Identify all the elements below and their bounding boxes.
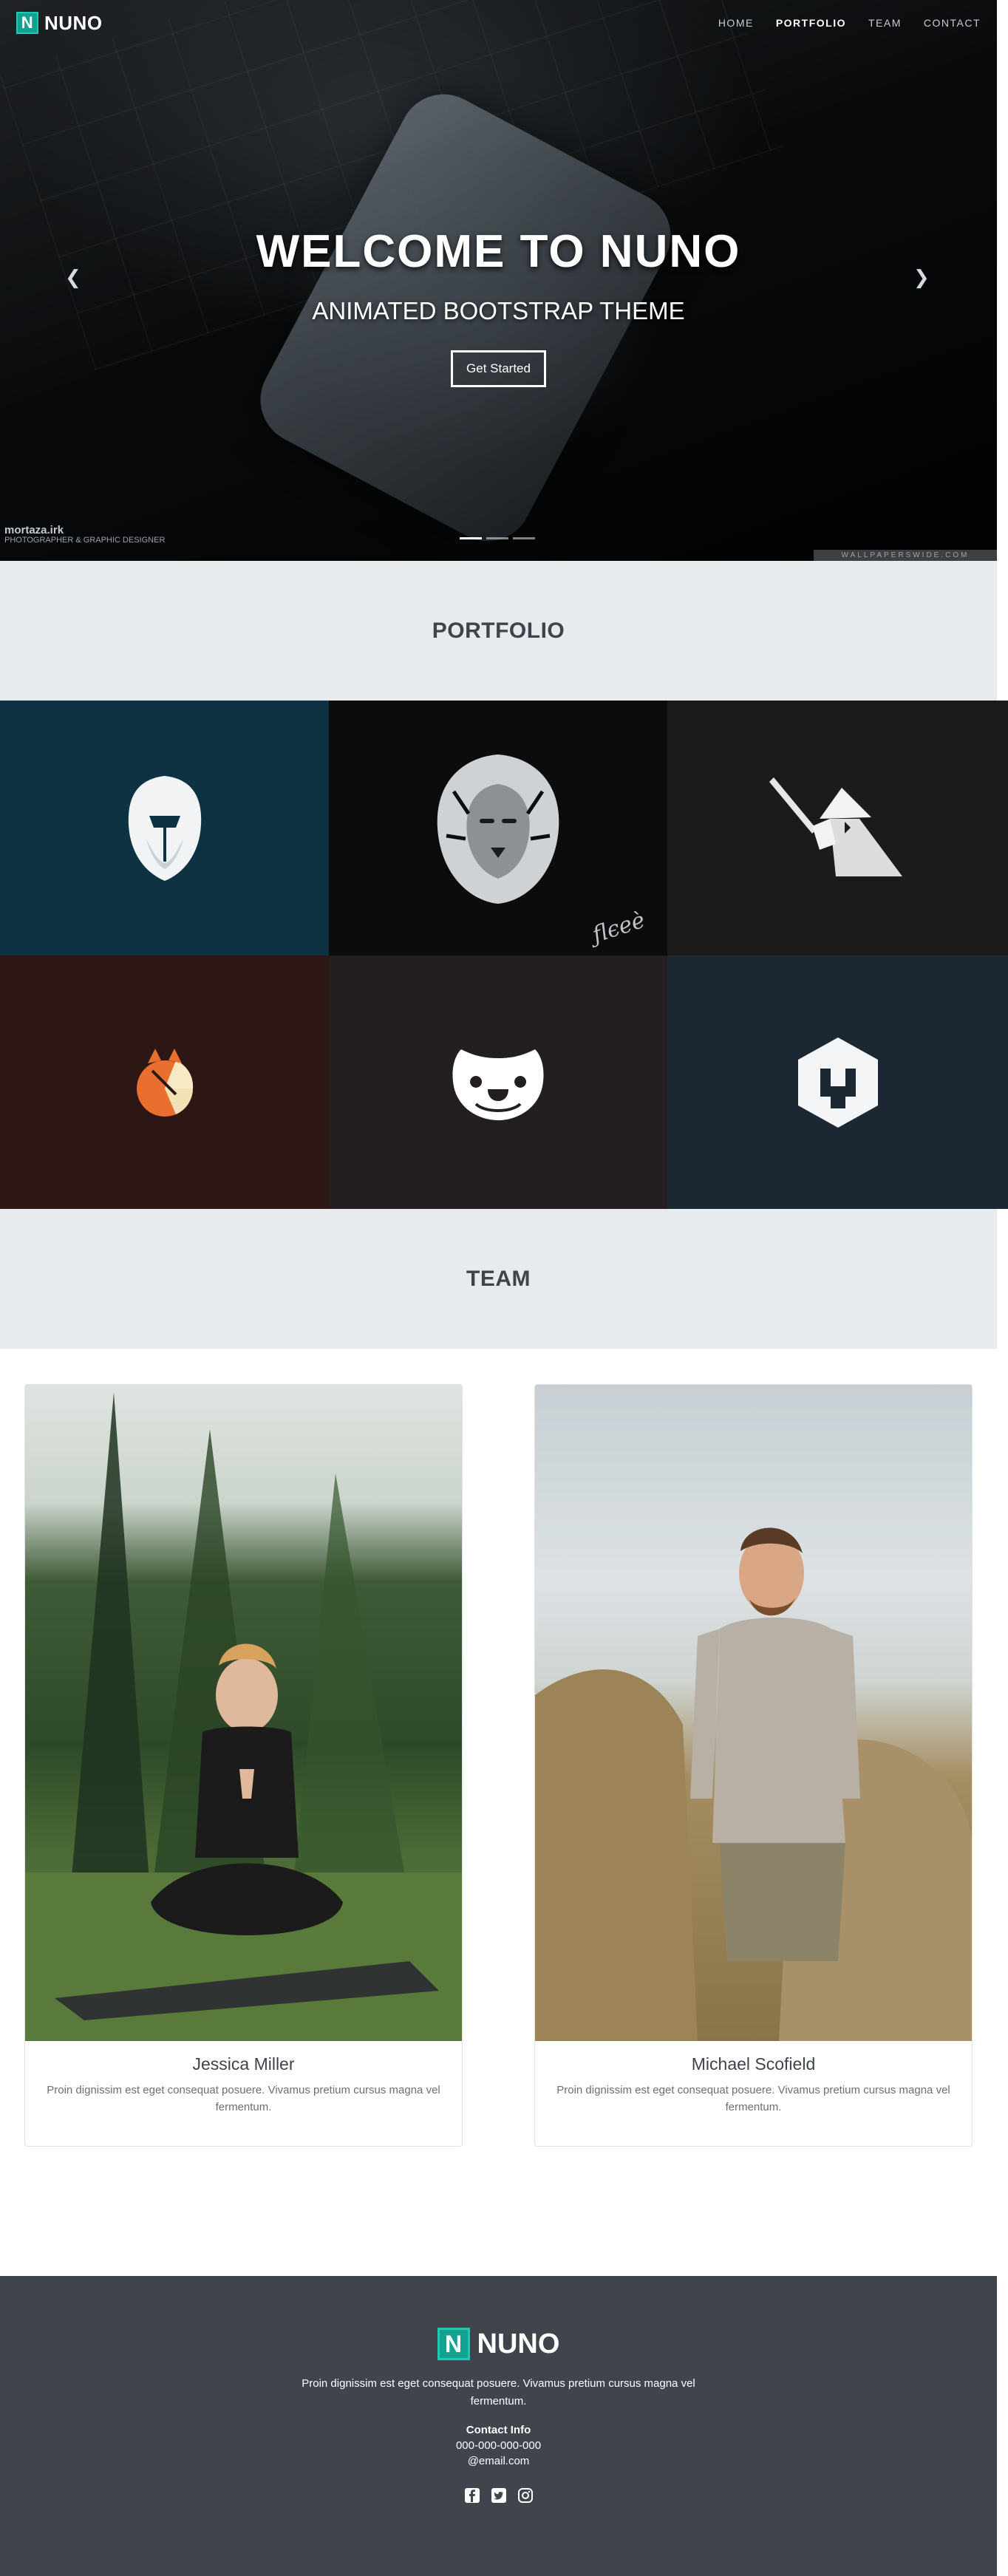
team-member-name: Michael Scofield (691, 2054, 816, 2074)
brand-n-icon: N (16, 12, 38, 34)
team-card-body: Jessica Miller Proin dignissim est eget … (25, 2041, 462, 2129)
brand-name: NUNO (44, 11, 103, 34)
team-member-name: Jessica Miller (192, 2054, 295, 2074)
portfolio-grid: ƒlєеѐ (0, 701, 1008, 1209)
chevron-left-icon[interactable]: ❮ (65, 266, 81, 289)
portfolio-tile[interactable] (667, 955, 1008, 1209)
photographer-watermark: mortaza.irk PHOTOGRAPHER & GRAPHIC DESIG… (4, 524, 166, 545)
brand-n-icon: N (437, 2328, 470, 2360)
brand-logo[interactable]: N NUNO (16, 12, 103, 35)
facebook-icon[interactable] (463, 2487, 481, 2504)
team-member-bio: Proin dignissim est eget consequat posue… (47, 2084, 440, 2113)
hexagon-wrench-icon (797, 1037, 878, 1128)
carousel-indicators (460, 537, 535, 539)
footer-brand[interactable]: N NUNO (437, 2328, 560, 2360)
fox-icon (136, 1048, 193, 1117)
spartan-helmet-icon (128, 775, 201, 881)
lion-head-icon (437, 754, 559, 904)
team-card: Jessica Miller Proin dignissim est eget … (24, 1384, 463, 2147)
hero-caption: WELCOME TO NUNO ANIMATED BOOTSTRAP THEME… (0, 225, 997, 387)
portfolio-tile[interactable] (0, 955, 329, 1209)
portfolio-tile[interactable] (667, 701, 1008, 955)
nav-contact[interactable]: CONTACT (924, 17, 981, 29)
twitter-icon[interactable] (490, 2487, 508, 2504)
samurai-icon (769, 777, 902, 876)
team-heading: TEAM (466, 1266, 531, 1291)
team-photo-michael (535, 1385, 972, 2041)
team-header: TEAM (0, 1209, 997, 1349)
wallpaper-watermark: WALLPAPERSWIDE.COM (814, 550, 997, 561)
carousel-indicator[interactable] (513, 537, 535, 539)
nav-portfolio[interactable]: PORTFOLIO (776, 17, 846, 29)
chevron-right-icon[interactable]: ❯ (913, 266, 930, 289)
hero-title: WELCOME TO NUNO (256, 226, 741, 277)
nav-links: HOME PORTFOLIO TEAM CONTACT (718, 17, 981, 29)
team-section: Jessica Miller Proin dignissim est eget … (0, 1349, 997, 2276)
team-card: Michael Scofield Proin dignissim est ege… (534, 1384, 973, 2147)
social-links (0, 2487, 997, 2504)
nav-home[interactable]: HOME (718, 17, 754, 29)
instagram-icon[interactable] (517, 2487, 534, 2504)
portfolio-heading: PORTFOLIO (432, 618, 565, 643)
team-photo-jessica (25, 1385, 462, 2041)
bulldog-icon (452, 1049, 544, 1120)
portfolio-tile[interactable]: ƒlєеѐ (329, 701, 667, 955)
navbar: N NUNO HOME PORTFOLIO TEAM CONTACT (0, 0, 997, 46)
hero-subtitle: ANIMATED BOOTSTRAP THEME (312, 297, 685, 324)
contact-phone: 000-000-000-000 (455, 2439, 542, 2452)
portfolio-tile[interactable] (329, 955, 667, 1209)
footer-brand-name: NUNO (477, 2328, 560, 2359)
carousel-indicator[interactable] (460, 537, 482, 539)
nav-team[interactable]: TEAM (868, 17, 902, 29)
footer: N NUNO Proin dignissim est eget consequa… (0, 2276, 997, 2576)
team-card-body: Michael Scofield Proin dignissim est ege… (535, 2041, 972, 2129)
footer-description: Proin dignissim est eget consequat posue… (302, 2377, 695, 2408)
get-started-button[interactable]: Get Started (451, 350, 546, 387)
portfolio-tile[interactable] (0, 701, 329, 955)
portfolio-header: PORTFOLIO (0, 561, 997, 701)
artist-signature: ƒlєеѐ (589, 907, 648, 949)
team-member-bio: Proin dignissim est eget consequat posue… (556, 2084, 950, 2113)
contact-info-label: Contact Info (466, 2424, 531, 2436)
contact-email[interactable]: @email.com (0, 2455, 997, 2467)
hero-carousel: N NUNO HOME PORTFOLIO TEAM CONTACT ❮ ❯ W… (0, 0, 997, 561)
carousel-indicator[interactable] (486, 537, 508, 539)
